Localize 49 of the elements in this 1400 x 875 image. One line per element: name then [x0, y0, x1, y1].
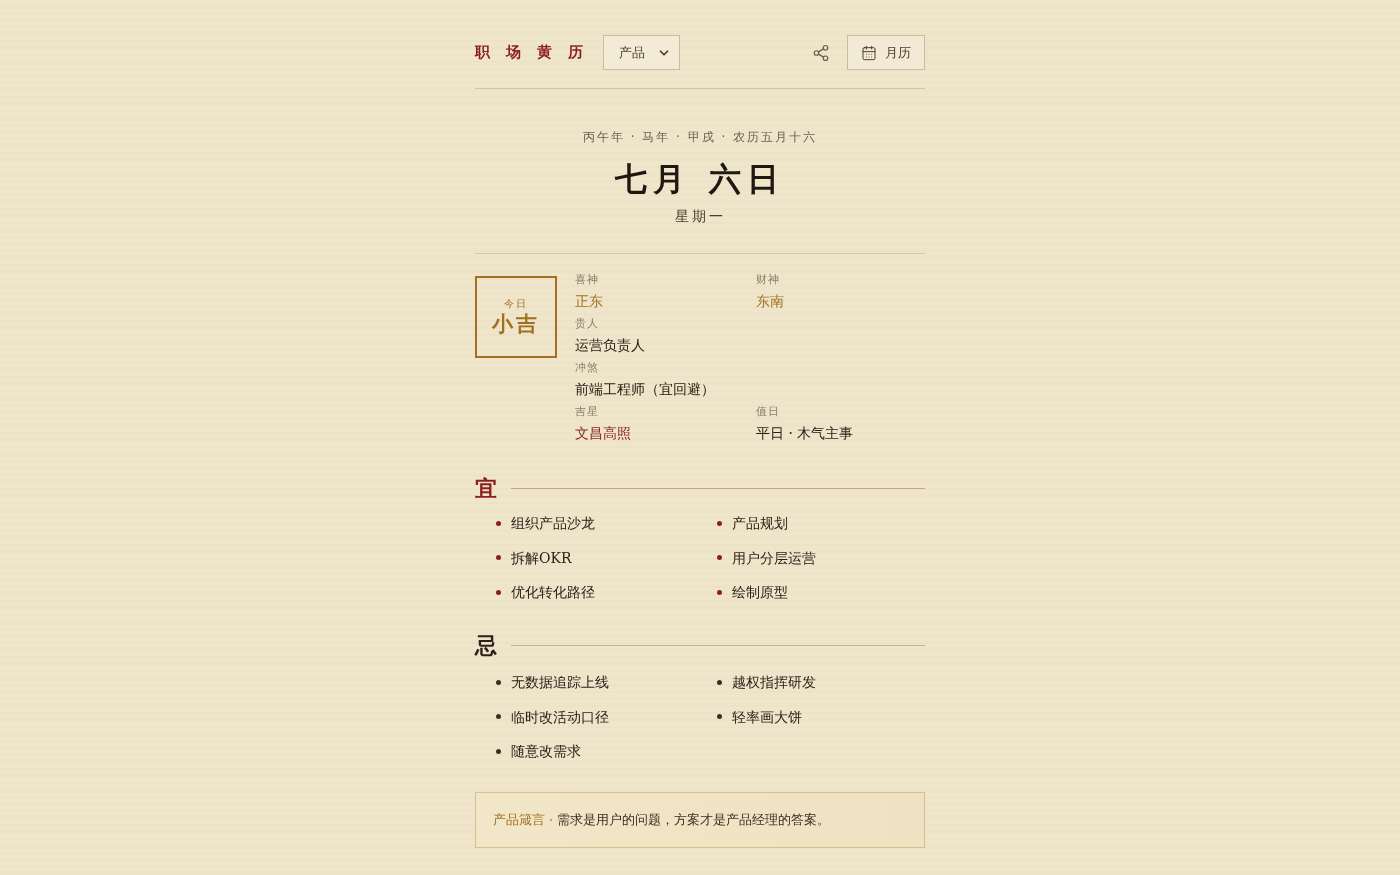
lunar-date: 丙午年 · 马年 · 甲戌 · 农历五月十六 — [581, 129, 819, 146]
info-value: 运营负责人 — [575, 336, 645, 355]
bullet-dot-icon — [717, 555, 722, 560]
list-item-text: 绘制原型 — [732, 583, 788, 602]
badge-label: 今日 — [504, 297, 528, 311]
info-label: 吉星 — [575, 405, 599, 419]
fortune-verdict: 小吉 — [492, 311, 540, 337]
info-label: 喜神 — [575, 273, 599, 287]
info-label: 贵人 — [575, 317, 599, 331]
calendar-icon — [861, 44, 877, 61]
calendar-button[interactable]: 月历 — [847, 35, 925, 70]
list-item-text: 优化转化路径 — [511, 583, 595, 602]
quote-text: 需求是用户的问题，方案才是产品经理的答案。 — [557, 811, 831, 829]
info-value: 前端工程师（宜回避） — [575, 380, 715, 399]
bullet-dot-icon — [496, 679, 501, 685]
info-value: 正东 — [575, 292, 603, 311]
info-label: 冲煞 — [575, 361, 599, 375]
info-label: 值日 — [756, 405, 780, 419]
share-icon[interactable] — [812, 43, 830, 62]
bullet-dot-icon — [717, 714, 722, 719]
list-item-text: 临时改活动口径 — [511, 707, 609, 727]
weekday: 星期一 — [673, 207, 727, 226]
bullet-dot-icon — [496, 714, 501, 719]
bullet-dot-icon — [496, 748, 501, 754]
bullet-dot-icon — [717, 589, 722, 595]
list-item-text: 无数据追踪上线 — [511, 673, 609, 692]
list-item-text: 越权指挥研发 — [732, 673, 816, 692]
list-item-text: 组织产品沙龙 — [511, 514, 595, 533]
info-value: 平日 · 木气主事 — [756, 424, 854, 443]
bullet-dot-icon — [717, 679, 722, 685]
quote-source: 产品箴言 — [493, 811, 545, 829]
info-value: 文昌高照 — [575, 424, 631, 443]
bullet-dot-icon — [496, 520, 501, 526]
solar-date: 七月 六日 — [613, 160, 786, 198]
separator-text: · — [549, 812, 554, 828]
list-item-text: 产品规划 — [732, 514, 788, 533]
app-title: 职场黄历 — [475, 43, 599, 62]
info-label: 财神 — [756, 273, 780, 287]
bullet-dot-icon — [496, 555, 501, 560]
list-item-text: 用户分层运营 — [732, 548, 816, 568]
section-heading: 忌 — [475, 631, 497, 660]
bullet-dot-icon — [496, 589, 501, 595]
section-heading: 宜 — [475, 474, 497, 503]
bullet-dot-icon — [717, 520, 722, 526]
list-item-text: 轻率画大饼 — [732, 707, 802, 727]
list-item-text: 随意改需求 — [511, 742, 581, 761]
list-item-text: 拆解OKR — [511, 548, 572, 568]
info-value: 东南 — [756, 292, 784, 311]
category-select[interactable]: 产品 — [603, 35, 680, 70]
